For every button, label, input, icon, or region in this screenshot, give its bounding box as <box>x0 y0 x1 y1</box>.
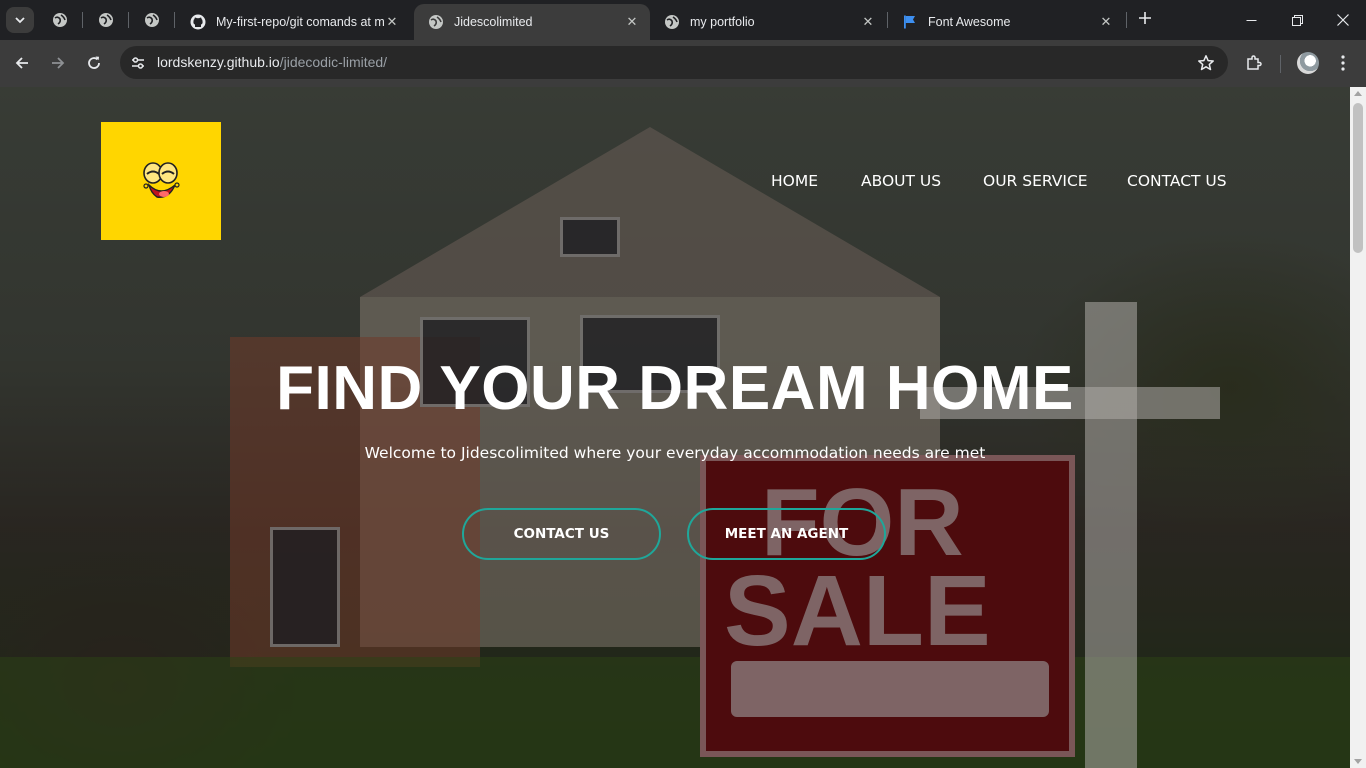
new-tab-button[interactable] <box>1134 9 1156 31</box>
tune-icon <box>132 57 144 69</box>
close-window-button[interactable] <box>1320 0 1366 40</box>
tab-separator <box>128 12 129 28</box>
tab-title: Jidescolimited <box>454 15 533 29</box>
url-host: lordskenzy.github.io <box>157 54 280 70</box>
hero-subheading: Welcome to Jidescolimited where your eve… <box>364 444 986 462</box>
minimize-button[interactable] <box>1228 0 1274 40</box>
tab-jidescolimited[interactable]: Jidescolimited ✕ <box>414 4 650 40</box>
close-icon <box>1337 14 1349 26</box>
lawn <box>0 657 1350 768</box>
close-tab-icon[interactable]: ✕ <box>384 14 400 30</box>
house-window <box>560 217 620 257</box>
close-tab-icon[interactable]: ✕ <box>624 14 640 30</box>
restore-button[interactable] <box>1274 0 1320 40</box>
star-icon <box>1198 55 1214 71</box>
hero-headline: FIND YOUR DREAM HOME <box>276 354 1074 423</box>
tab-separator <box>82 12 83 28</box>
tab-separator <box>1126 12 1127 28</box>
tab-title: Font Awesome <box>928 15 1011 29</box>
pinned-tab-2[interactable] <box>94 8 118 32</box>
scroll-up-arrow-icon[interactable] <box>1354 91 1362 96</box>
plus-icon <box>1139 12 1151 24</box>
tab-title: my portfolio <box>690 15 755 29</box>
toolbar-divider <box>1280 55 1281 73</box>
bookmark-button[interactable] <box>1196 53 1216 73</box>
globe-icon <box>53 13 67 27</box>
browser-toolbar: lordskenzy.github.io/jidecodic-limited/ <box>0 40 1366 87</box>
tab-font-awesome[interactable]: Font Awesome ✕ <box>888 4 1124 40</box>
puzzle-icon <box>1247 55 1262 70</box>
pinned-tab-3[interactable] <box>140 8 164 32</box>
house-roof <box>360 127 940 297</box>
profile-avatar[interactable] <box>1297 52 1319 74</box>
tab-search-button[interactable] <box>6 7 34 33</box>
contact-us-button[interactable]: CONTACT US <box>462 508 661 560</box>
flag-icon <box>904 15 915 29</box>
sign-text-line2: SALE <box>724 555 991 667</box>
scroll-down-arrow-icon[interactable] <box>1354 759 1362 764</box>
arrow-right-icon <box>52 57 65 69</box>
back-button[interactable] <box>9 50 35 76</box>
site-info-button[interactable] <box>126 51 150 75</box>
extensions-button[interactable] <box>1241 50 1267 76</box>
tab-separator <box>174 12 175 28</box>
laughing-face-icon <box>143 162 180 198</box>
nav-our-service[interactable]: OUR SERVICE <box>983 172 1088 190</box>
reload-button[interactable] <box>81 50 107 76</box>
house-window <box>270 527 340 647</box>
sign-blank-panel <box>731 661 1049 717</box>
url-path: /jidecodic-limited/ <box>279 54 388 70</box>
nav-contact-us[interactable]: CONTACT US <box>1127 172 1227 190</box>
globe-icon <box>145 13 159 27</box>
globe-icon <box>429 15 443 29</box>
site-logo[interactable] <box>101 122 221 240</box>
reload-icon <box>88 56 100 69</box>
minimize-icon <box>1246 19 1256 21</box>
forward-button[interactable] <box>45 50 71 76</box>
tab-github-repo[interactable]: My-first-repo/git comands at m ✕ <box>176 4 410 40</box>
chevron-down-icon <box>15 17 25 24</box>
page-viewport: FOR SALE HOME ABOUT US OUR SERVICE CONTA… <box>0 87 1350 768</box>
close-tab-icon[interactable]: ✕ <box>1098 14 1114 30</box>
globe-icon <box>99 13 113 27</box>
page-scrollbar[interactable] <box>1350 87 1366 768</box>
more-vert-icon <box>1341 55 1345 71</box>
menu-button[interactable] <box>1330 50 1356 76</box>
arrow-left-icon <box>15 57 28 69</box>
nav-home[interactable]: HOME <box>771 172 818 190</box>
address-bar[interactable]: lordskenzy.github.io/jidecodic-limited/ <box>120 46 1228 79</box>
scroll-thumb[interactable] <box>1353 103 1363 253</box>
meet-an-agent-button[interactable]: MEET AN AGENT <box>687 508 886 560</box>
tab-strip: My-first-repo/git comands at m ✕ Jidesco… <box>0 0 1366 40</box>
tab-title: My-first-repo/git comands at m <box>216 15 384 29</box>
restore-icon <box>1291 14 1303 26</box>
github-icon <box>190 14 206 30</box>
globe-icon <box>665 15 679 29</box>
for-sale-sign: FOR SALE <box>700 455 1075 757</box>
tab-my-portfolio[interactable]: my portfolio ✕ <box>650 4 886 40</box>
nav-about-us[interactable]: ABOUT US <box>861 172 941 190</box>
close-tab-icon[interactable]: ✕ <box>860 14 876 30</box>
pinned-tab-1[interactable] <box>48 8 72 32</box>
url-text[interactable]: lordskenzy.github.io/jidecodic-limited/ <box>157 54 387 70</box>
